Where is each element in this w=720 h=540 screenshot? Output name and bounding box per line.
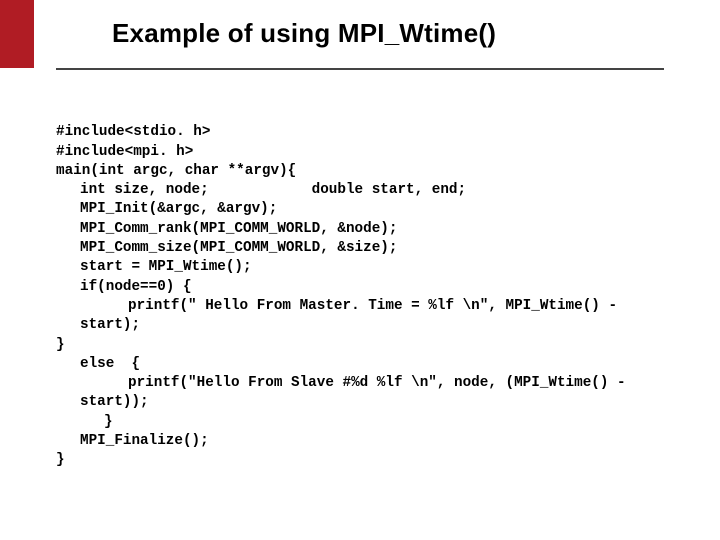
code-line: printf(" Hello From Master. Time = %lf \… <box>56 298 617 314</box>
accent-stripe <box>0 0 34 68</box>
code-line: int size, node; double start, end; <box>56 182 466 198</box>
code-line: MPI_Finalize(); <box>56 433 209 449</box>
code-line: MPI_Comm_rank(MPI_COMM_WORLD, &node); <box>56 221 397 237</box>
code-line: if(node==0) { <box>56 279 192 295</box>
code-line: start = MPI_Wtime(); <box>56 259 252 275</box>
code-line: MPI_Comm_size(MPI_COMM_WORLD, &size); <box>56 240 397 256</box>
code-line: } <box>56 337 65 353</box>
title-underline <box>56 68 664 70</box>
slide: Example of using MPI_Wtime() #include<st… <box>0 0 720 540</box>
code-block: #include<stdio. h> #include<mpi. h> main… <box>56 104 626 490</box>
code-line: #include<stdio. h> <box>56 124 210 140</box>
code-line: main(int argc, char **argv){ <box>56 163 296 179</box>
code-line: start); <box>56 317 140 333</box>
code-line: else { <box>56 356 140 372</box>
code-line: } <box>56 452 65 468</box>
code-line: start)); <box>56 394 149 410</box>
code-line: printf("Hello From Slave #%d %lf \n", no… <box>56 375 626 391</box>
slide-title: Example of using MPI_Wtime() <box>112 18 496 49</box>
code-line: MPI_Init(&argc, &argv); <box>56 201 277 217</box>
code-line: #include<mpi. h> <box>56 144 193 160</box>
code-line: } <box>56 414 113 430</box>
